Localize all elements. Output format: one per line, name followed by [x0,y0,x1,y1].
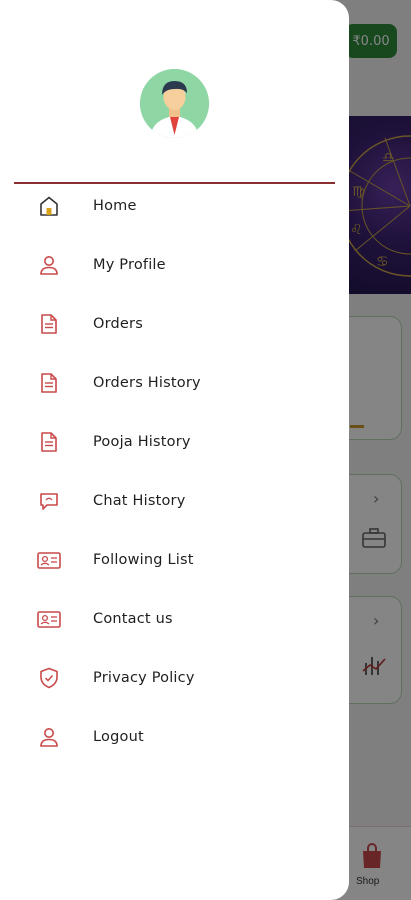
menu-item-logout[interactable]: Logout [0,707,349,766]
menu-item-orders-history[interactable]: Orders History [0,353,349,412]
document-icon [36,311,62,337]
menu-item-label: Pooja History [93,433,191,450]
menu-item-label: Privacy Policy [93,669,195,686]
user-icon [36,724,62,750]
shield-icon [36,665,62,691]
avatar-illustration [140,69,209,138]
menu-item-label: Contact us [93,610,173,627]
menu-item-orders[interactable]: Orders [0,294,349,353]
menu-item-label: Chat History [93,492,186,509]
menu-item-following-list[interactable]: Following List [0,530,349,589]
navigation-drawer: Home My Profile Orders Orders History Po… [0,0,349,900]
user-avatar-icon[interactable] [140,69,209,138]
menu-item-label: Following List [93,551,194,568]
menu-item-chat-history[interactable]: Chat History [0,471,349,530]
id-card-icon [36,547,62,573]
menu-item-label: Logout [93,728,144,745]
home-icon [36,193,62,219]
menu-item-my-profile[interactable]: My Profile [0,235,349,294]
menu-item-contact-us[interactable]: Contact us [0,589,349,648]
menu-item-label: My Profile [93,256,166,273]
document-icon [36,370,62,396]
chat-icon [36,488,62,514]
document-icon [36,429,62,455]
menu-item-label: Home [93,197,137,214]
menu-item-privacy-policy[interactable]: Privacy Policy [0,648,349,707]
contact-card-icon [36,606,62,632]
menu-item-label: Orders [93,315,143,332]
menu-item-pooja-history[interactable]: Pooja History [0,412,349,471]
user-icon [36,252,62,278]
menu-item-home[interactable]: Home [0,176,349,235]
menu-item-label: Orders History [93,374,201,391]
